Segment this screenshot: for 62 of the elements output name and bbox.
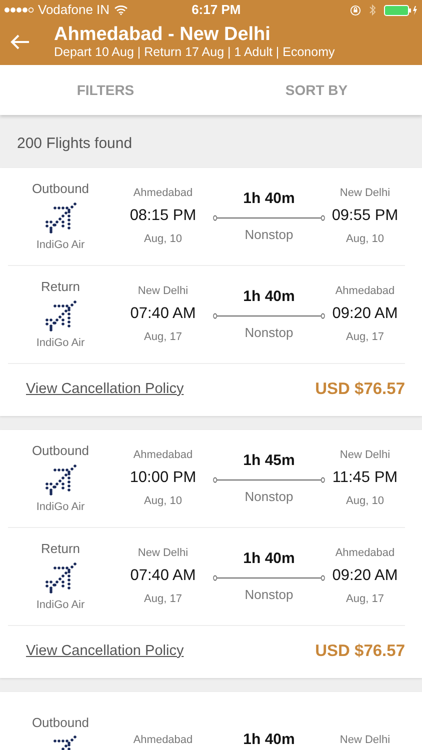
route-title: Ahmedabad - New Delhi <box>54 24 272 46</box>
stops-text: Nonstop <box>244 226 294 244</box>
stops-text: Nonstop <box>244 324 294 342</box>
departure-city: Ahmedabad <box>133 186 193 201</box>
departure-time: 07:40 AM <box>130 304 196 324</box>
arrival-date: Aug, 17 <box>346 330 384 345</box>
bluetooth-icon <box>369 4 376 16</box>
leg-label: Outbound <box>32 180 90 198</box>
arrival-city: Ahmedabad <box>335 284 395 299</box>
departure-date: Aug, 17 <box>144 330 182 345</box>
status-time: 6:17 PM <box>192 1 241 20</box>
arrival-date: Aug, 17 <box>346 592 384 607</box>
carrier-name: Vodafone IN <box>38 1 110 20</box>
results-count: 200 Flights found <box>16 134 134 154</box>
flight-duration: 1h 40m <box>243 287 295 307</box>
rotation-lock-icon <box>350 4 361 16</box>
leg-label: Return <box>40 540 80 558</box>
arrival-city: New Delhi <box>340 732 390 748</box>
flight-duration: 1h 40m <box>243 189 295 209</box>
price: USD $76.57 <box>315 641 405 662</box>
airline-logo-icon <box>44 202 76 234</box>
departure-time: 07:40 AM <box>130 566 196 586</box>
flight-duration: 1h 40m <box>243 549 295 569</box>
departure-date: Aug, 10 <box>144 494 182 509</box>
departure-city: Ahmedabad <box>133 448 193 463</box>
arrival-date: Aug, 10 <box>346 232 384 247</box>
wifi-icon <box>114 5 128 15</box>
arrival-city: New Delhi <box>340 448 390 463</box>
airline-name: IndiGo Air <box>36 500 85 514</box>
arrival-city: New Delhi <box>340 186 390 201</box>
airline-name: IndiGo Air <box>36 238 85 252</box>
arrival-date: Aug, 10 <box>346 494 384 509</box>
airline-logo-icon <box>44 562 76 594</box>
stops-text: Nonstop <box>244 488 294 506</box>
leg-label: Return <box>40 278 80 296</box>
airline-logo-icon <box>44 464 76 496</box>
arrival-time: 09:20 AM <box>332 566 398 586</box>
arrival-time: 09:20 AM <box>332 304 398 324</box>
cancellation-policy-link[interactable]: View Cancellation Policy <box>26 640 184 662</box>
price: USD $76.57 <box>315 379 405 400</box>
departure-city: Ahmedabad <box>133 732 193 748</box>
battery-icon <box>384 4 418 16</box>
airline-name: IndiGo Air <box>36 598 85 612</box>
departure-time: 08:15 PM <box>130 206 196 226</box>
arrival-city: Ahmedabad <box>335 546 395 561</box>
departure-date: Aug, 17 <box>144 592 182 607</box>
trip-summary: Depart 10 Aug | Return 17 Aug | 1 Adult | Economy <box>54 45 335 60</box>
airline-name: IndiGo Air <box>36 336 85 350</box>
departure-time: 10:00 PM <box>130 468 196 488</box>
flight-duration: 1h 45m <box>243 451 295 471</box>
departure-city: New Delhi <box>138 546 188 561</box>
departure-city: New Delhi <box>138 284 188 299</box>
arrival-time: 11:45 PM <box>332 468 398 488</box>
flight-duration: 1h 40m <box>243 730 295 750</box>
cancellation-policy-link[interactable]: View Cancellation Policy <box>26 378 184 400</box>
airline-logo-icon <box>44 300 76 332</box>
stops-text: Nonstop <box>244 586 294 604</box>
leg-label: Outbound <box>32 442 90 460</box>
arrival-time: 09:55 PM <box>332 206 398 226</box>
leg-label: Outbound <box>32 714 90 732</box>
departure-date: Aug, 10 <box>144 232 182 247</box>
signal-icon <box>4 7 34 13</box>
